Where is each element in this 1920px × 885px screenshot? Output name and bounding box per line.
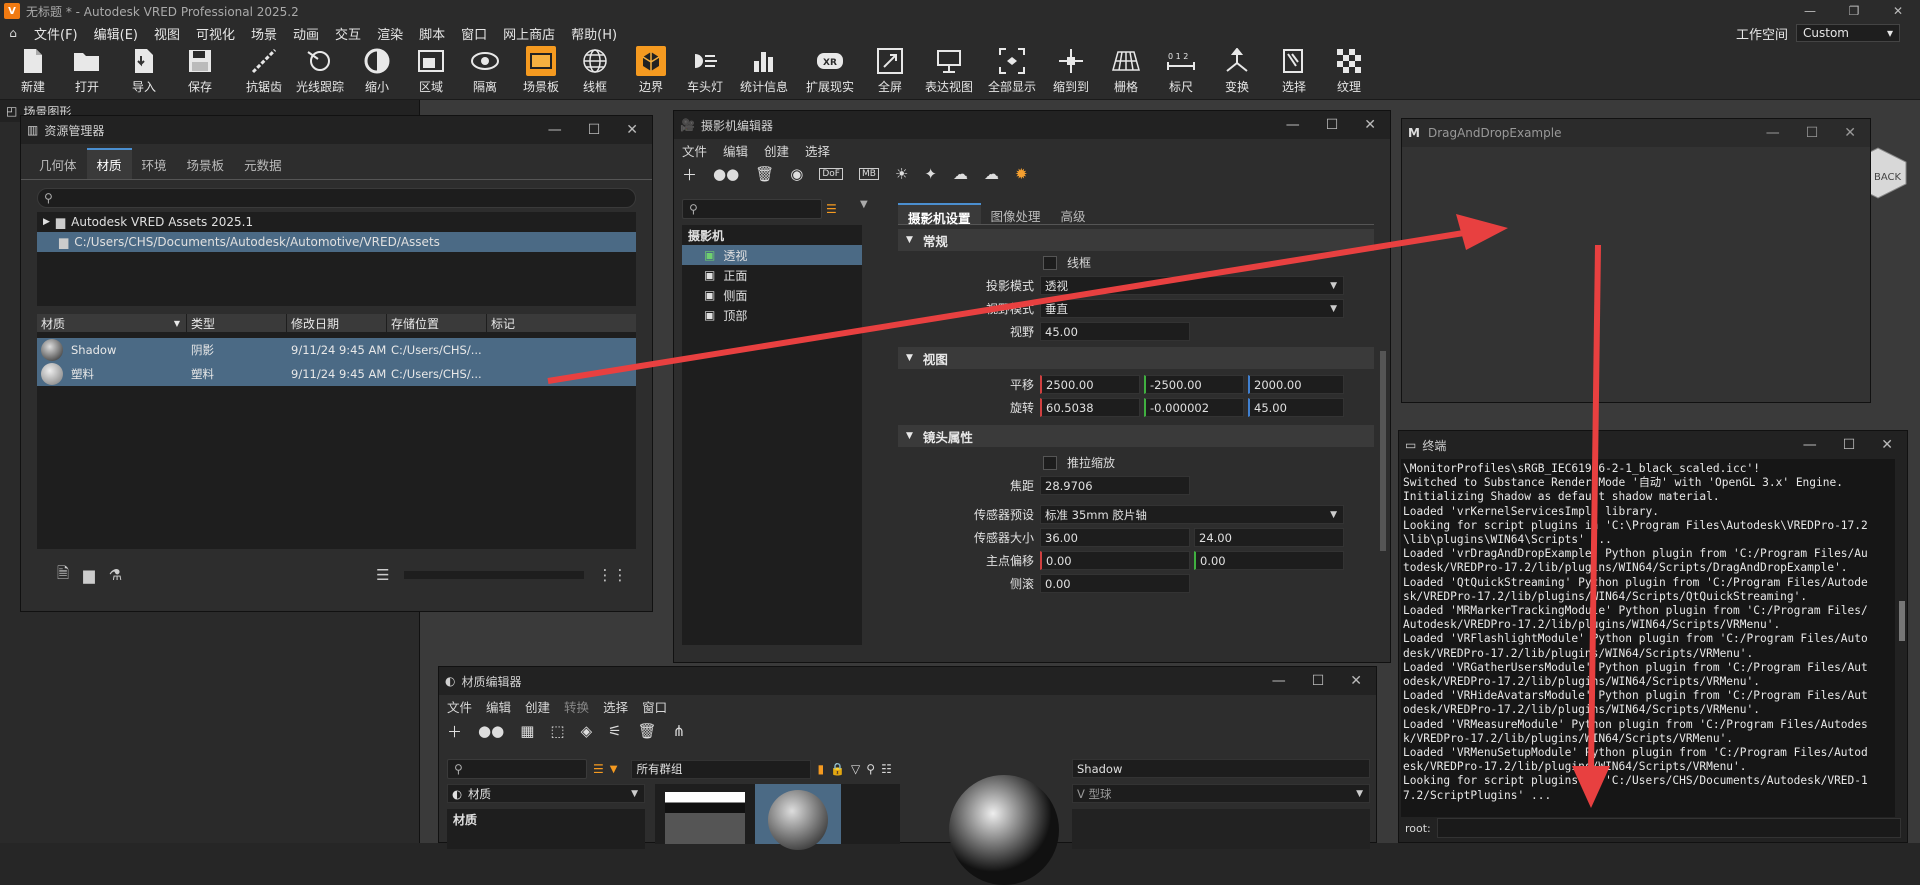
arrowhead-right: [1456, 214, 1508, 250]
arrow-drag-to-dnd: [547, 229, 1471, 384]
arrowhead-down: [1572, 766, 1610, 808]
arrow-dnd-to-terminal: [1588, 244, 1601, 771]
annotation-arrows: [547, 214, 1610, 808]
